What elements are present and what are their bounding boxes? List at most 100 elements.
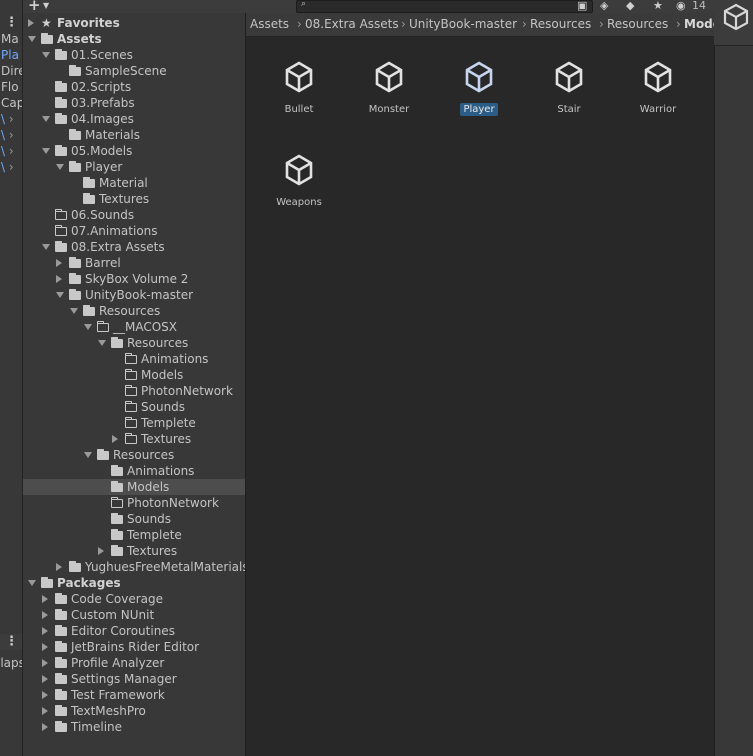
- expand-arrow-right-icon[interactable]: [112, 435, 118, 443]
- tree-item-favorites[interactable]: ★ Favorites: [23, 15, 245, 31]
- tree-item-templete[interactable]: Templete: [23, 415, 245, 431]
- tree-item-textmeshpro[interactable]: TextMeshPro: [23, 703, 245, 719]
- expand-arrow-right-icon[interactable]: [42, 707, 48, 715]
- expand-arrow-right-icon[interactable]: [42, 643, 48, 651]
- asset-bullet[interactable]: Bullet: [257, 61, 341, 116]
- tree-item-jetbrains-rider-editor[interactable]: JetBrains Rider Editor: [23, 639, 245, 655]
- label-tag-icon[interactable]: ◆: [626, 0, 634, 13]
- tree-item-sounds[interactable]: Sounds: [23, 511, 245, 527]
- tree-item-photonnetwork[interactable]: PhotonNetwork: [23, 495, 245, 511]
- breadcrumb-item-mode[interactable]: Mode: [684, 17, 714, 31]
- hierarchy-child-expander[interactable]: \ ›: [1, 143, 14, 159]
- expand-arrow-down-icon[interactable]: [28, 36, 36, 42]
- tree-item-photonnetwork[interactable]: PhotonNetwork: [23, 383, 245, 399]
- collapse-label[interactable]: llaps: [0, 655, 22, 671]
- tree-item-06-sounds[interactable]: 06.Sounds: [23, 207, 245, 223]
- breadcrumb-item-resources[interactable]: Resources: [607, 17, 668, 31]
- tree-item-assets[interactable]: Assets: [23, 31, 245, 47]
- tree-item-resources[interactable]: Resources: [23, 335, 245, 351]
- favorite-star-icon[interactable]: ★: [653, 0, 663, 13]
- tree-item-02-scripts[interactable]: 02.Scripts: [23, 79, 245, 95]
- expand-arrow-down-icon[interactable]: [98, 340, 106, 346]
- tree-item-material[interactable]: Material: [23, 175, 245, 191]
- tree-item-profile-analyzer[interactable]: Profile Analyzer: [23, 655, 245, 671]
- asset-monster[interactable]: Monster: [347, 61, 431, 116]
- tree-item-barrel[interactable]: Barrel: [23, 255, 245, 271]
- expand-arrow-down-icon[interactable]: [84, 324, 92, 330]
- asset-player[interactable]: Player: [437, 61, 521, 116]
- tree-item-01-scenes[interactable]: 01.Scenes: [23, 47, 245, 63]
- expand-arrow-down-icon[interactable]: [42, 52, 50, 58]
- hierarchy-item-flo[interactable]: Flo: [1, 79, 19, 95]
- search-input[interactable]: ⌕: [296, 0, 593, 13]
- tree-item-03-prefabs[interactable]: 03.Prefabs: [23, 95, 245, 111]
- expand-arrow-right-icon[interactable]: [42, 675, 48, 683]
- tree-item-packages[interactable]: Packages: [23, 575, 245, 591]
- expand-arrow-right-icon[interactable]: [42, 691, 48, 699]
- breadcrumb-item-resources[interactable]: Resources: [530, 17, 591, 31]
- breadcrumb-item-assets[interactable]: Assets: [250, 17, 289, 31]
- tree-item-test-framework[interactable]: Test Framework: [23, 687, 245, 703]
- expand-arrow-down-icon[interactable]: [42, 116, 50, 122]
- tree-item-textures[interactable]: Textures: [23, 543, 245, 559]
- tree-item-animations[interactable]: Animations: [23, 463, 245, 479]
- tree-item-skybox-volume-2[interactable]: SkyBox Volume 2: [23, 271, 245, 287]
- tree-item-timeline[interactable]: Timeline: [23, 719, 245, 735]
- asset-stair[interactable]: Stair: [527, 61, 611, 116]
- expand-arrow-right-icon[interactable]: [56, 275, 62, 283]
- add-dropdown-icon[interactable]: ▼: [43, 0, 49, 13]
- tree-item-models[interactable]: Models: [23, 479, 245, 495]
- hierarchy-child-expander[interactable]: \ ›: [1, 127, 14, 143]
- expand-arrow-right-icon[interactable]: [42, 595, 48, 603]
- expand-arrow-right-icon[interactable]: [42, 659, 48, 667]
- tree-item-animations[interactable]: Animations: [23, 351, 245, 367]
- search-by-type-icon[interactable]: ▣: [577, 0, 587, 13]
- tree-item-settings-manager[interactable]: Settings Manager: [23, 671, 245, 687]
- expand-arrow-down-icon[interactable]: [70, 308, 78, 314]
- tree-item-sounds[interactable]: Sounds: [23, 399, 245, 415]
- expand-arrow-down-icon[interactable]: [28, 580, 36, 586]
- tree-item-07-animations[interactable]: 07.Animations: [23, 223, 245, 239]
- eye-icon[interactable]: ◉: [676, 0, 686, 13]
- expand-arrow-down-icon[interactable]: [56, 292, 64, 298]
- hierarchy-child-expander[interactable]: \ ›: [1, 159, 14, 175]
- tree-item-materials[interactable]: Materials: [23, 127, 245, 143]
- tree-item-resources[interactable]: Resources: [23, 303, 245, 319]
- tree-item-editor-coroutines[interactable]: Editor Coroutines: [23, 623, 245, 639]
- tree-item-04-images[interactable]: 04.Images: [23, 111, 245, 127]
- expand-arrow-right-icon[interactable]: [42, 627, 48, 635]
- hierarchy-child-expander[interactable]: \ ›: [1, 111, 14, 127]
- tree-item-08-extra-assets[interactable]: 08.Extra Assets: [23, 239, 245, 255]
- expand-arrow-down-icon[interactable]: [42, 148, 50, 154]
- tree-item-code-coverage[interactable]: Code Coverage: [23, 591, 245, 607]
- hierarchy-item-ma[interactable]: Ma: [1, 31, 19, 47]
- asset-weapons[interactable]: Weapons: [257, 154, 341, 209]
- tree-item-macosx[interactable]: __MACOSX: [23, 319, 245, 335]
- expand-arrow-right-icon[interactable]: [42, 723, 48, 731]
- expand-arrow-down-icon[interactable]: [56, 164, 64, 170]
- hierarchy-item-pla[interactable]: Pla: [1, 47, 19, 63]
- asset-warrior[interactable]: Warrior: [616, 61, 700, 116]
- expand-arrow-right-icon[interactable]: [28, 19, 34, 27]
- expand-arrow-right-icon[interactable]: [42, 611, 48, 619]
- more-options-icon[interactable]: ⋮: [5, 16, 18, 30]
- tree-item-samplescene[interactable]: SampleScene: [23, 63, 245, 79]
- tree-item-models[interactable]: Models: [23, 367, 245, 383]
- expand-arrow-down-icon[interactable]: [84, 452, 92, 458]
- tree-item-05-models[interactable]: 05.Models: [23, 143, 245, 159]
- tree-item-textures[interactable]: Textures: [23, 191, 245, 207]
- tree-item-player[interactable]: Player: [23, 159, 245, 175]
- tree-item-textures[interactable]: Textures: [23, 431, 245, 447]
- tree-item-templete[interactable]: Templete: [23, 527, 245, 543]
- breadcrumb-item-unitybook-master[interactable]: UnityBook-master: [409, 17, 517, 31]
- expand-arrow-right-icon[interactable]: [56, 563, 62, 571]
- expand-arrow-down-icon[interactable]: [42, 244, 50, 250]
- breadcrumb-item-08-extra-assets[interactable]: 08.Extra Assets: [305, 17, 399, 31]
- expand-arrow-right-icon[interactable]: [56, 259, 62, 267]
- add-button[interactable]: +: [28, 0, 41, 13]
- search-by-label-icon[interactable]: ◈: [600, 0, 608, 13]
- hierarchy-item-dire[interactable]: Dire: [1, 63, 22, 79]
- more-options-icon[interactable]: ⋮: [5, 635, 18, 649]
- hierarchy-item-cap[interactable]: Cap: [1, 95, 22, 111]
- expand-arrow-right-icon[interactable]: [98, 547, 104, 555]
